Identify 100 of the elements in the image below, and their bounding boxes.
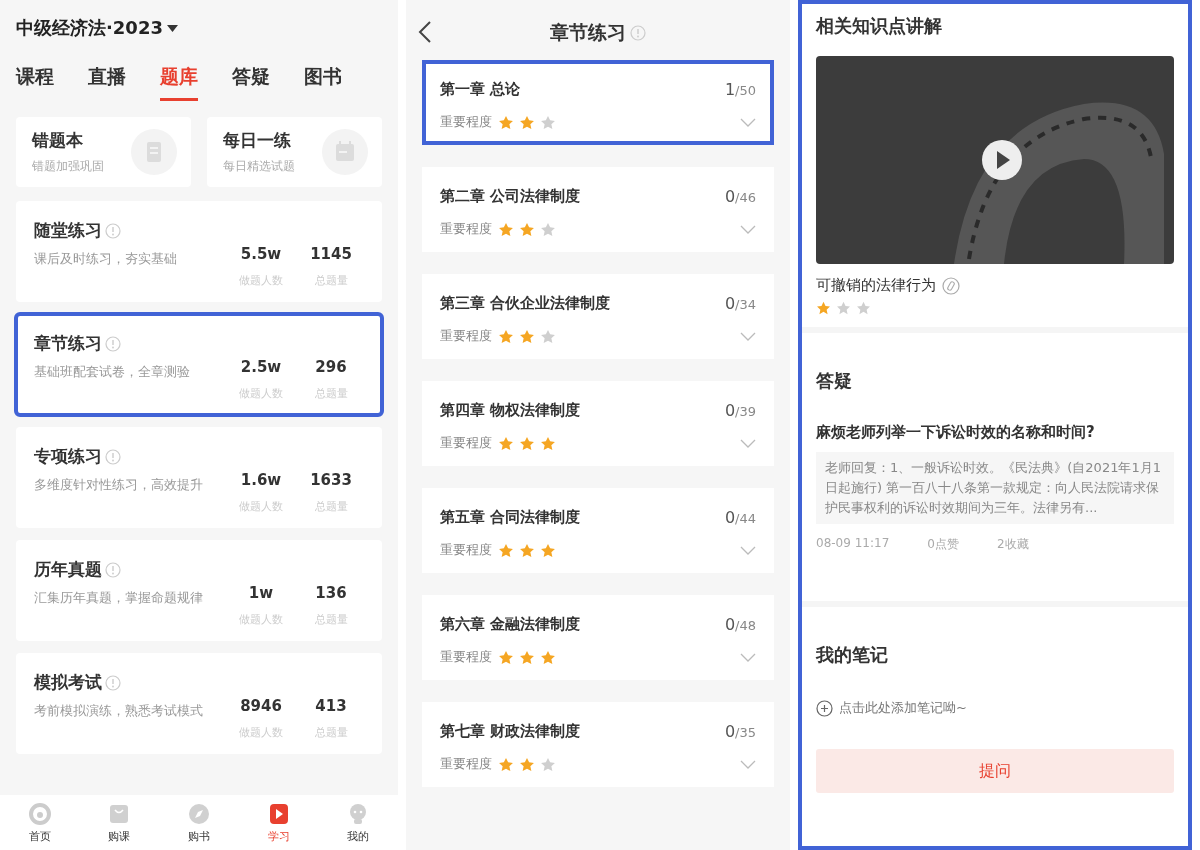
clipboard-icon bbox=[131, 129, 177, 175]
info-icon bbox=[105, 448, 121, 465]
star-icon bbox=[540, 435, 556, 451]
stat-value: 413 bbox=[315, 697, 347, 715]
info-icon bbox=[630, 25, 646, 41]
shortcut-card[interactable]: 每日一练 每日精选试题 bbox=[207, 117, 382, 187]
chapter-progress: 0/44 bbox=[724, 508, 756, 527]
section-heading: 相关知识点讲解 bbox=[816, 14, 943, 38]
practice-description: 课后及时练习，夯实基础 bbox=[34, 250, 178, 268]
star-icon bbox=[540, 328, 556, 344]
ask-question-button[interactable]: 提问 bbox=[816, 749, 1174, 793]
shortcut-title: 错题本 bbox=[32, 129, 84, 152]
chapter-card[interactable]: 第七章 财政法律制度 0/35 重要程度 bbox=[422, 702, 774, 787]
chapter-card[interactable]: 第二章 公司法律制度 0/46 重要程度 bbox=[422, 167, 774, 252]
star-icon bbox=[856, 301, 871, 315]
play-button-icon[interactable] bbox=[982, 140, 1022, 180]
stat-value: 1145 bbox=[310, 245, 352, 263]
course-selector[interactable]: 中级经济法·2023 bbox=[16, 16, 178, 40]
star-icon bbox=[540, 756, 556, 772]
importance-label: 重要程度 bbox=[440, 113, 492, 131]
chapter-title: 第三章 合伙企业法律制度 bbox=[440, 294, 611, 313]
chevron-down-icon[interactable] bbox=[740, 438, 756, 448]
chevron-down-icon[interactable] bbox=[740, 759, 756, 769]
chapter-progress: 0/34 bbox=[724, 294, 756, 313]
star-icon bbox=[519, 649, 535, 665]
chevron-down-icon[interactable] bbox=[740, 652, 756, 662]
screen-title: 章节练习 bbox=[550, 20, 626, 45]
chevron-down-icon[interactable] bbox=[740, 117, 756, 127]
star-icon bbox=[498, 328, 514, 344]
star-icon bbox=[498, 221, 514, 237]
practice-description: 基础班配套试卷，全章测验 bbox=[34, 363, 191, 381]
practice-title: 专项练习 bbox=[34, 445, 102, 468]
star-icon bbox=[816, 301, 831, 315]
chapter-card[interactable]: 第五章 合同法律制度 0/44 重要程度 bbox=[422, 488, 774, 573]
shortcut-title: 每日一练 bbox=[223, 129, 292, 152]
calendar-icon bbox=[322, 129, 368, 175]
shortcut-subtitle: 错题加强巩固 bbox=[32, 158, 104, 175]
info-icon bbox=[105, 335, 121, 352]
star-icon bbox=[498, 114, 514, 130]
chapter-title: 第五章 合同法律制度 bbox=[440, 508, 581, 527]
importance-label: 重要程度 bbox=[440, 541, 492, 559]
stat-value: 1.6w bbox=[240, 471, 282, 489]
chevron-down-icon[interactable] bbox=[740, 545, 756, 555]
back-icon[interactable] bbox=[418, 20, 432, 44]
info-icon bbox=[105, 222, 121, 239]
star-icon bbox=[540, 649, 556, 665]
star-icon bbox=[519, 756, 535, 772]
chevron-down-icon[interactable] bbox=[740, 331, 756, 341]
nav-item[interactable]: 购书 bbox=[169, 803, 229, 844]
nav-item[interactable]: 首页 bbox=[9, 803, 70, 844]
add-note-link[interactable]: 点击此处添加笔记呦~ bbox=[816, 699, 1174, 717]
tab[interactable]: 图书 bbox=[304, 64, 342, 101]
chapter-card[interactable]: 第一章 总论 1/50 重要程度 bbox=[422, 60, 774, 145]
practice-description: 考前模拟演练，熟悉考试模式 bbox=[34, 702, 204, 720]
stat-value: 8946 bbox=[240, 697, 282, 715]
knowledge-point-title[interactable]: 可撤销的法律行为 bbox=[816, 276, 936, 295]
practice-title: 历年真题 bbox=[34, 558, 102, 581]
section-heading: 答疑 bbox=[816, 369, 853, 393]
star-icon bbox=[498, 756, 514, 772]
stat-value: 1w bbox=[248, 584, 274, 602]
ring-icon bbox=[28, 803, 51, 825]
section-heading: 我的笔记 bbox=[816, 643, 889, 667]
practice-title: 章节练习 bbox=[34, 332, 102, 355]
stat-value: 136 bbox=[315, 584, 347, 602]
compass-icon bbox=[188, 803, 210, 825]
shortcut-card[interactable]: 错题本 错题加强巩固 bbox=[16, 117, 191, 187]
bag-icon bbox=[108, 803, 131, 825]
importance-label: 重要程度 bbox=[440, 327, 492, 345]
chapter-card[interactable]: 第四章 物权法律制度 0/39 重要程度 bbox=[422, 381, 774, 466]
nav-item[interactable]: 我的 bbox=[328, 803, 389, 844]
question-date: 08-09 11:17 bbox=[816, 536, 890, 552]
practice-title: 模拟考试 bbox=[34, 671, 102, 694]
importance-label: 重要程度 bbox=[440, 648, 492, 666]
like-count: 0点赞 bbox=[927, 536, 959, 553]
chapter-title: 第七章 财政法律制度 bbox=[440, 722, 581, 741]
video-thumbnail[interactable] bbox=[816, 56, 1174, 264]
tab[interactable]: 题库 bbox=[160, 64, 198, 101]
chapter-title: 第二章 公司法律制度 bbox=[440, 187, 581, 206]
star-icon bbox=[498, 435, 514, 451]
nav-item[interactable]: 购课 bbox=[89, 803, 150, 844]
nav-item[interactable]: 学习 bbox=[248, 803, 309, 844]
link-icon[interactable] bbox=[942, 276, 960, 295]
chevron-down-icon[interactable] bbox=[740, 224, 756, 234]
chapter-title: 第一章 总论 bbox=[440, 80, 521, 99]
answer-preview: 老师回复：1、一般诉讼时效。《民法典》(自2021年1月1日起施行) 第一百八十八条第一款规定：向人民法院请求保护民事权利的诉讼时效期间为三年。法律另有... bbox=[816, 452, 1174, 524]
chapter-progress: 0/35 bbox=[724, 722, 756, 741]
chapter-progress: 0/39 bbox=[724, 401, 756, 420]
star-icon bbox=[519, 114, 535, 130]
tab[interactable]: 答疑 bbox=[232, 64, 270, 101]
importance-label: 重要程度 bbox=[440, 434, 492, 452]
chapter-card[interactable]: 第六章 金融法律制度 0/48 重要程度 bbox=[422, 595, 774, 680]
chapter-card[interactable]: 第三章 合伙企业法律制度 0/34 重要程度 bbox=[422, 274, 774, 359]
question-title[interactable]: 麻烦老师列举一下诉讼时效的名称和时间? bbox=[816, 423, 1174, 442]
tab[interactable]: 直播 bbox=[88, 64, 126, 101]
tab[interactable]: 课程 bbox=[16, 64, 54, 101]
star-icon bbox=[519, 435, 535, 451]
plus-circle-icon bbox=[816, 699, 833, 717]
chapter-title: 第四章 物权法律制度 bbox=[440, 401, 581, 420]
star-icon bbox=[540, 114, 556, 130]
star-icon bbox=[519, 328, 535, 344]
